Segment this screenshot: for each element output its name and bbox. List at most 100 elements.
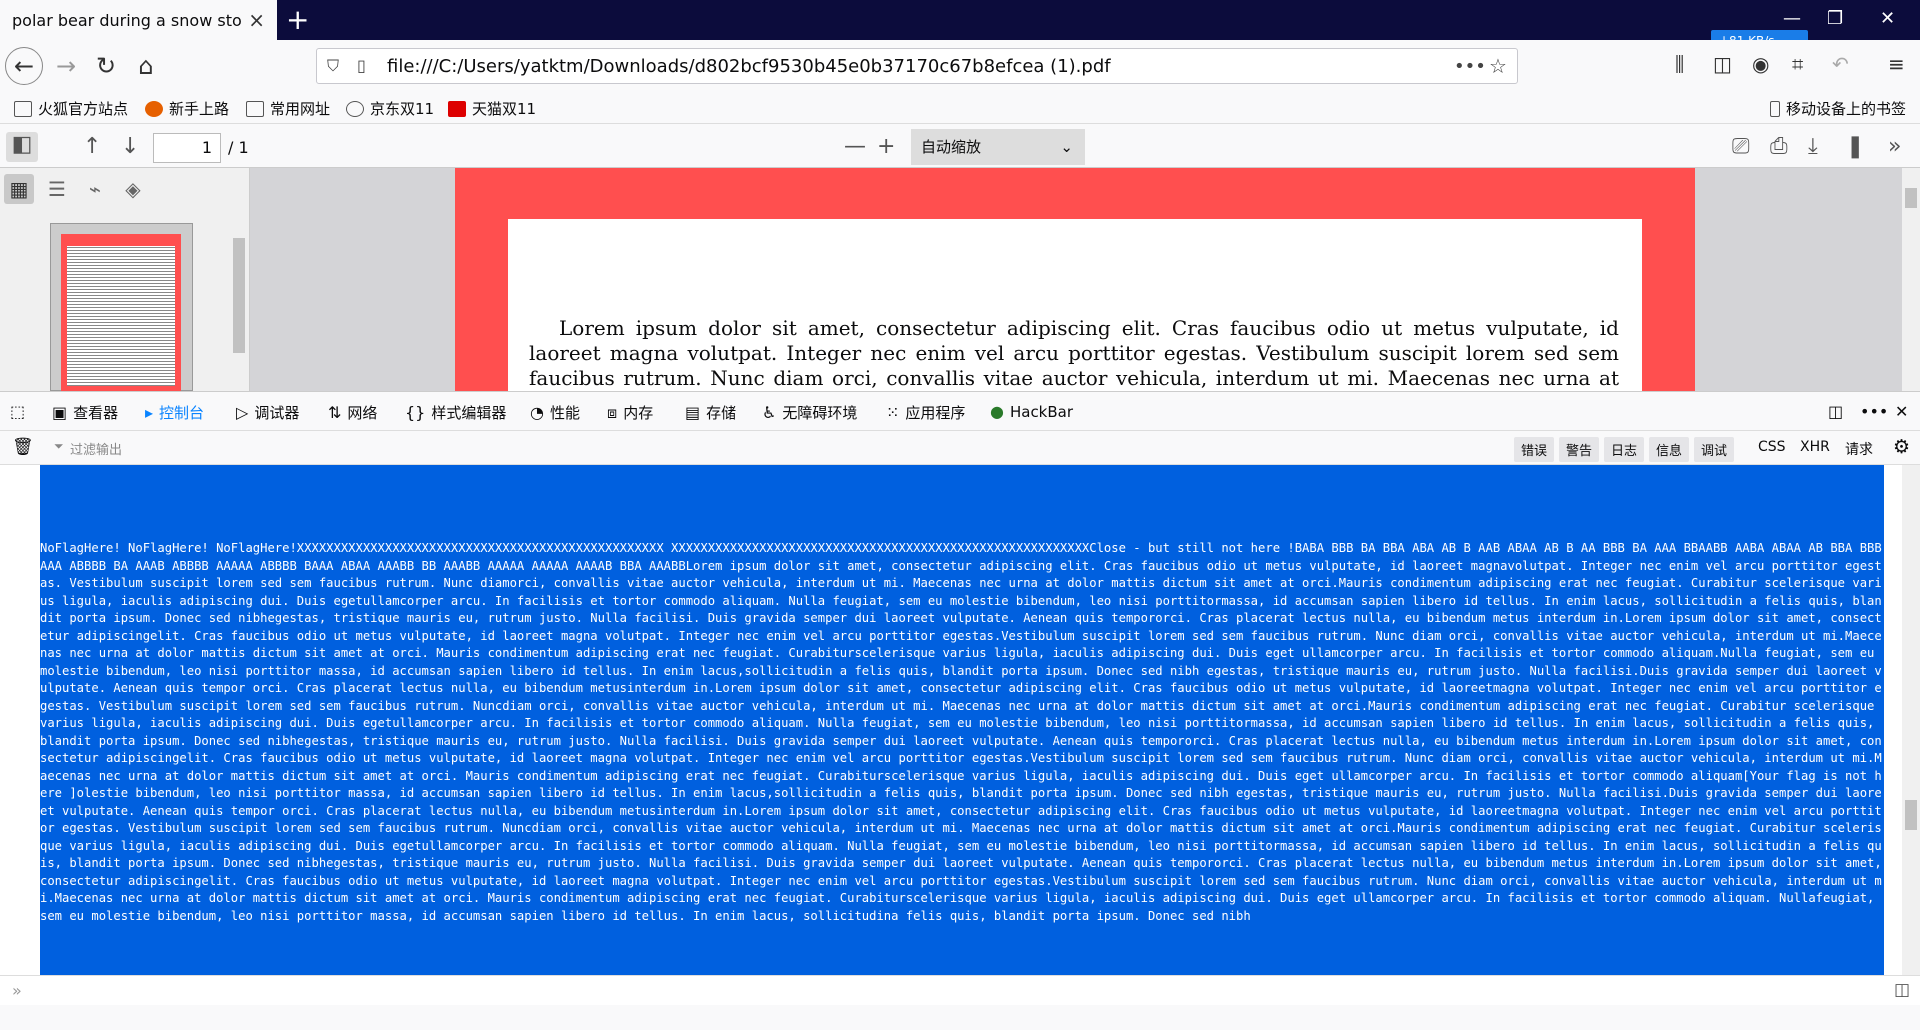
- bookmark-item[interactable]: 火狐官方站点: [14, 98, 128, 119]
- toggle-sidebar-icon[interactable]: ◧: [6, 132, 38, 162]
- console-message[interactable]: NoFlagHere! NoFlagHere! NoFlagHere!XXXXX…: [40, 465, 1884, 975]
- undo-icon[interactable]: ↶: [1832, 52, 1849, 76]
- tab-title: polar bear during a snow storm: [12, 10, 242, 30]
- filter-input[interactable]: 过滤输出: [70, 439, 122, 458]
- back-icon[interactable]: ←: [5, 47, 43, 85]
- tab-performance[interactable]: ◔ 性能: [530, 402, 580, 423]
- screenshot-icon[interactable]: ⌗: [1792, 52, 1803, 76]
- account-icon[interactable]: ◉: [1752, 52, 1769, 76]
- url-bar[interactable]: ⛉ ▯ file:///C:/Users/yatktm/Downloads/d8…: [316, 48, 1518, 84]
- tab-network[interactable]: ⇅ 网络: [328, 402, 377, 423]
- console-output: NoFlagHere! NoFlagHere! NoFlagHere!XXXXX…: [0, 465, 1920, 975]
- pdf-toolbar: ◧ ↑ ↓ 1 / 1 — + 自动缩放 ⌄ ⎚ ⎙ ⤓ ❚ »: [0, 128, 1920, 168]
- tab-application[interactable]: ⁙ 应用程序: [886, 402, 965, 423]
- trash-icon[interactable]: 🗑: [12, 437, 34, 457]
- console-scroll-thumb[interactable]: [1905, 800, 1917, 830]
- chevron-down-icon: ⌄: [1060, 138, 1073, 156]
- pdf-page: Lorem ipsum dolor sit amet, consectetur …: [508, 219, 1642, 391]
- page-total: / 1: [228, 138, 249, 157]
- sidebar-icon[interactable]: ◫: [1713, 52, 1732, 76]
- tab-console[interactable]: ▸ 控制台: [142, 402, 207, 434]
- console-input[interactable]: » ◫: [0, 975, 1920, 1005]
- library-icon[interactable]: ⫼: [1675, 52, 1684, 76]
- bookmark-item[interactable]: 天猫双11: [448, 98, 536, 119]
- url-text[interactable]: file:///C:/Users/yatktm/Downloads/d802bc…: [387, 56, 1111, 77]
- tab-debugger[interactable]: ▷ 调试器: [236, 402, 299, 423]
- bookmark-star-icon[interactable]: ☆: [1489, 54, 1507, 78]
- page-thumbnail[interactable]: [50, 223, 193, 394]
- folder-icon: [14, 100, 32, 117]
- tab-inspector[interactable]: ▣ 查看器: [52, 402, 118, 423]
- tab-close-icon[interactable]: ×: [248, 10, 265, 30]
- viewer-scrollbar[interactable]: [1902, 168, 1920, 391]
- editor-mode-icon[interactable]: ◫: [1894, 980, 1910, 1000]
- tab-active[interactable]: polar bear during a snow storm ×: [0, 0, 277, 40]
- console-scrollbar[interactable]: [1902, 465, 1920, 975]
- level-info-button[interactable]: 信息: [1649, 437, 1690, 462]
- folder-icon: [246, 100, 264, 117]
- xhr-filter-button[interactable]: XHR: [1800, 439, 1830, 455]
- level-debug-button[interactable]: 调试: [1694, 437, 1735, 462]
- element-picker-icon[interactable]: ⬚: [10, 402, 25, 421]
- dock-icon[interactable]: ◫: [1828, 402, 1843, 421]
- tab-accessibility[interactable]: ♿ 无障碍环境: [762, 402, 857, 423]
- attachments-icon[interactable]: ⌁: [80, 174, 110, 204]
- presentation-icon[interactable]: ⎚: [1732, 134, 1750, 159]
- tab-memory[interactable]: ⧈ 内存: [607, 402, 653, 423]
- mobile-bookmarks[interactable]: 移动设备上的书签: [1770, 98, 1906, 119]
- zoom-in-icon[interactable]: +: [877, 134, 895, 159]
- menu-icon[interactable]: ≡: [1888, 52, 1905, 76]
- forward-icon[interactable]: →: [47, 47, 85, 85]
- bookmark-item[interactable]: 新手上路: [145, 98, 229, 119]
- tab-style-editor[interactable]: {} 样式编辑器: [405, 402, 506, 423]
- css-filter-button[interactable]: CSS: [1758, 439, 1786, 455]
- page-icon[interactable]: ▯: [357, 56, 366, 75]
- debugger-icon: ▷: [236, 403, 249, 422]
- tab-storage[interactable]: ▤ 存储: [685, 402, 736, 423]
- more-options-icon[interactable]: •••: [1860, 402, 1888, 421]
- sidebar-scrollbar[interactable]: [231, 208, 247, 391]
- zoom-out-icon[interactable]: —: [844, 134, 866, 159]
- layers-icon[interactable]: ◈: [118, 174, 148, 204]
- nav-bar: ← → ↻ ⌂ ⛉ ▯ file:///C:/Users/yatktm/Down…: [0, 40, 1920, 92]
- level-error-button[interactable]: 错误: [1514, 437, 1555, 462]
- bookmark-item[interactable]: 京东双11: [346, 98, 434, 119]
- requests-filter-button[interactable]: 请求: [1845, 439, 1873, 459]
- reload-icon[interactable]: ↻: [87, 47, 125, 85]
- bookmark-icon[interactable]: ❚: [1846, 134, 1864, 159]
- sidebar-scroll-thumb[interactable]: [233, 238, 245, 353]
- settings-gear-icon[interactable]: ⚙: [1893, 436, 1910, 458]
- prev-page-icon[interactable]: ↑: [83, 134, 101, 159]
- prompt-icon: »: [12, 981, 22, 1000]
- devtools-close-icon[interactable]: ✕: [1895, 402, 1908, 421]
- pdf-viewer: Lorem ipsum dolor sit amet, consectetur …: [250, 168, 1920, 391]
- zoom-select[interactable]: 自动缩放 ⌄: [911, 129, 1085, 165]
- bookmarks-bar: 火狐官方站点 新手上路 常用网址 京东双11 天猫双11 移动设备上的书签: [0, 92, 1920, 124]
- new-tab-icon[interactable]: +: [286, 6, 309, 34]
- shield-icon[interactable]: ⛉: [327, 56, 339, 76]
- minimize-icon[interactable]: —: [1783, 8, 1801, 29]
- download-icon[interactable]: ⤓: [1808, 134, 1818, 159]
- outline-icon[interactable]: ☰: [42, 174, 72, 204]
- tmall-icon: [448, 100, 466, 117]
- console-filter-bar: 🗑 ⏷ 过滤输出 错误 警告 日志 信息 调试 CSS XHR 请求 ⚙: [0, 431, 1920, 465]
- memory-icon: ⧈: [607, 402, 618, 422]
- restore-icon[interactable]: ❐: [1827, 8, 1843, 29]
- devtools-tabs: ⬚ ▣ 查看器 ▸ 控制台 ▷ 调试器 ⇅ 网络 {} 样式编辑器 ◔ 性能 ⧈ 内存 ▤ 存储…: [0, 391, 1920, 434]
- print-icon[interactable]: ⎙: [1770, 134, 1788, 159]
- next-page-icon[interactable]: ↓: [121, 134, 139, 159]
- tab-hackbar[interactable]: ● HackBar: [990, 402, 1073, 421]
- window-close-icon[interactable]: ✕: [1880, 8, 1895, 29]
- thumbnails-icon[interactable]: ▦: [4, 174, 34, 204]
- console-message-text: NoFlagHere! NoFlagHere! NoFlagHere!XXXXX…: [40, 541, 1882, 923]
- style-editor-icon: {}: [405, 403, 426, 422]
- page-actions-icon[interactable]: •••: [1454, 56, 1486, 77]
- tools-icon[interactable]: »: [1888, 134, 1901, 159]
- viewer-scroll-thumb[interactable]: [1905, 188, 1917, 208]
- pdf-sidebar: ▦ ☰ ⌁ ◈: [0, 168, 250, 394]
- level-warn-button[interactable]: 警告: [1559, 437, 1600, 462]
- level-log-button[interactable]: 日志: [1604, 437, 1645, 462]
- page-number-input[interactable]: 1: [153, 133, 221, 163]
- bookmark-item[interactable]: 常用网址: [246, 98, 330, 119]
- home-icon[interactable]: ⌂: [127, 47, 165, 85]
